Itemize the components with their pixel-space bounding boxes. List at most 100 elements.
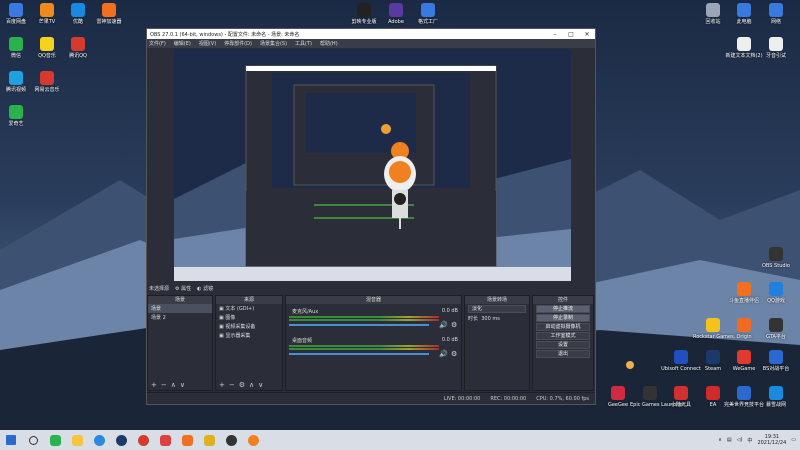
right-desktop-icon[interactable]: OBS Studio (756, 247, 796, 269)
app-orange2-icon[interactable] (245, 432, 261, 448)
transition-select[interactable]: 淡化 (468, 305, 526, 313)
up-icon[interactable]: ∧ (171, 381, 176, 389)
menu-item[interactable]: 文件(F) (149, 40, 166, 47)
duration-input[interactable]: 300 ms (481, 316, 500, 322)
folder-icon[interactable] (69, 432, 85, 448)
speaker-icon[interactable]: 🔊 (439, 321, 448, 329)
app-icon (40, 71, 54, 85)
control-button[interactable]: 设置 (536, 341, 590, 349)
gear-icon[interactable]: ⚙ (239, 381, 245, 389)
volume-icon[interactable]: ◁) (737, 437, 743, 443)
app-orange-icon[interactable] (179, 432, 195, 448)
notification-icon[interactable]: ▭ (791, 437, 796, 443)
add-icon[interactable]: + (219, 381, 225, 389)
control-button[interactable]: 工作室模式 (536, 332, 590, 340)
search-icon[interactable] (25, 432, 41, 448)
menu-item[interactable]: 编辑(E) (174, 40, 191, 47)
volume-slider[interactable] (289, 324, 429, 326)
right-desktop-icon[interactable]: 网络 (756, 3, 796, 25)
source-item[interactable]: ▣ 视频采集设备 (216, 322, 282, 331)
app-icon (737, 37, 751, 51)
app-red-icon[interactable] (157, 432, 173, 448)
app-icon (769, 350, 783, 364)
desktop-icon-label: BS对战平台 (762, 366, 790, 372)
control-button[interactable]: 启动虚拟摄像机 (536, 323, 590, 331)
obs-window[interactable]: OBS 27.0.1 (64-bit, windows) - 配置文件: 未命名… (146, 28, 596, 405)
obs-preview[interactable] (174, 49, 571, 281)
menu-item[interactable]: 工具(T) (295, 40, 312, 47)
control-button[interactable]: 退出 (536, 350, 590, 358)
desktop-icon-label: QQ游戏 (767, 298, 785, 304)
scenes-title: 场景 (148, 296, 212, 304)
left-desktop-icon[interactable]: 爱奇艺 (0, 105, 36, 127)
ime-lang[interactable]: 中 (747, 437, 752, 444)
menu-item[interactable]: 场景集合(S) (260, 40, 287, 47)
wechat-icon[interactable] (47, 432, 63, 448)
app-icon (421, 3, 435, 17)
source-item[interactable]: ▣ 图像 (216, 313, 282, 322)
app-icon (706, 3, 720, 17)
minimize-icon[interactable]: – (547, 31, 563, 38)
scenes-footer: + − ∧ ∨ (148, 380, 212, 390)
browser-icon[interactable] (91, 432, 107, 448)
controls-title: 控件 (533, 296, 593, 304)
control-button[interactable]: 停止录制 (536, 314, 590, 322)
up-icon[interactable]: ∧ (249, 381, 254, 389)
menu-item[interactable]: 停靠部件(D) (224, 40, 252, 47)
steam-icon[interactable] (113, 432, 129, 448)
right-desktop-icon[interactable]: 牙音引试 (756, 37, 796, 59)
app-icon (737, 3, 751, 17)
tray-expand-icon[interactable]: ∧ (718, 437, 722, 443)
right-desktop-icon[interactable]: GTA平台 (756, 318, 796, 340)
netease-music-icon[interactable] (135, 432, 151, 448)
scenes-dock: 场景 场景 场景 2 + − ∧ ∨ (147, 295, 213, 391)
network-icon[interactable]: ▤ (727, 437, 732, 443)
menu-item[interactable]: 帮助(H) (320, 40, 338, 47)
scene-item[interactable]: 场景 2 (148, 313, 212, 322)
properties-button[interactable]: ⚙ 属性 (175, 285, 191, 292)
windows-start-icon[interactable] (3, 432, 19, 448)
down-icon[interactable]: ∨ (180, 381, 185, 389)
app-icon (769, 318, 783, 332)
channel-db: 0.0 dB (441, 308, 458, 314)
scene-item[interactable]: 场景 (148, 304, 212, 313)
remove-icon[interactable]: − (161, 381, 167, 389)
source-item[interactable]: ▣ 显示器采集 (216, 331, 282, 340)
volume-slider[interactable] (289, 353, 429, 355)
desktop-icon-label: 网络 (770, 19, 781, 25)
gear-icon[interactable]: ⚙ (451, 350, 457, 358)
maximize-icon[interactable]: □ (563, 31, 579, 38)
right-desktop-icon[interactable]: 暴雪战网 (756, 386, 796, 408)
speaker-icon[interactable]: 🔊 (439, 350, 448, 358)
live-timer: LIVE: 00:00:00 (443, 395, 481, 402)
app-icon (611, 386, 625, 400)
control-button[interactable]: 停止推流 (536, 305, 590, 313)
gear-icon[interactable]: ⚙ (451, 321, 457, 329)
app-icon (737, 350, 751, 364)
left-desktop-icon[interactable]: 腾讯QQ (58, 37, 98, 59)
left-desktop-icon[interactable]: 网易云音乐 (27, 71, 67, 93)
right-desktop-icon[interactable]: QQ游戏 (756, 282, 796, 304)
left-desktop-icon[interactable]: 雷神加速器 (89, 3, 129, 25)
remove-icon[interactable]: − (229, 381, 235, 389)
obs-titlebar[interactable]: OBS 27.0.1 (64-bit, windows) - 配置文件: 未命名… (147, 29, 595, 39)
obs-taskbar-icon[interactable] (223, 432, 239, 448)
mixer-title: 混音器 (286, 296, 461, 304)
app-icon (643, 386, 657, 400)
close-icon[interactable]: ✕ (579, 31, 595, 38)
app-icon (769, 3, 783, 17)
right-desktop-icon[interactable]: BS对战平台 (756, 350, 796, 372)
desktop-icon-label: 雷神加速器 (96, 19, 122, 25)
source-item[interactable]: ▣ 文本 (GDI+) (216, 304, 282, 313)
clock[interactable]: 19:31 2021/12/24 (757, 434, 786, 446)
desktop-icon-label: 网易云音乐 (34, 87, 60, 93)
desktop-icon-label: 爱奇艺 (8, 121, 24, 127)
add-icon[interactable]: + (151, 381, 157, 389)
desktop-icon-label: 暴雪战网 (765, 402, 786, 408)
filters-button[interactable]: ◐ 滤镜 (197, 285, 213, 292)
top-desktop-icon[interactable]: 格式工厂 (408, 3, 448, 25)
app-yellow-icon[interactable] (201, 432, 217, 448)
menu-item[interactable]: 视图(V) (199, 40, 216, 47)
desktop-icon-label: 牙音引试 (765, 53, 786, 59)
down-icon[interactable]: ∨ (258, 381, 263, 389)
